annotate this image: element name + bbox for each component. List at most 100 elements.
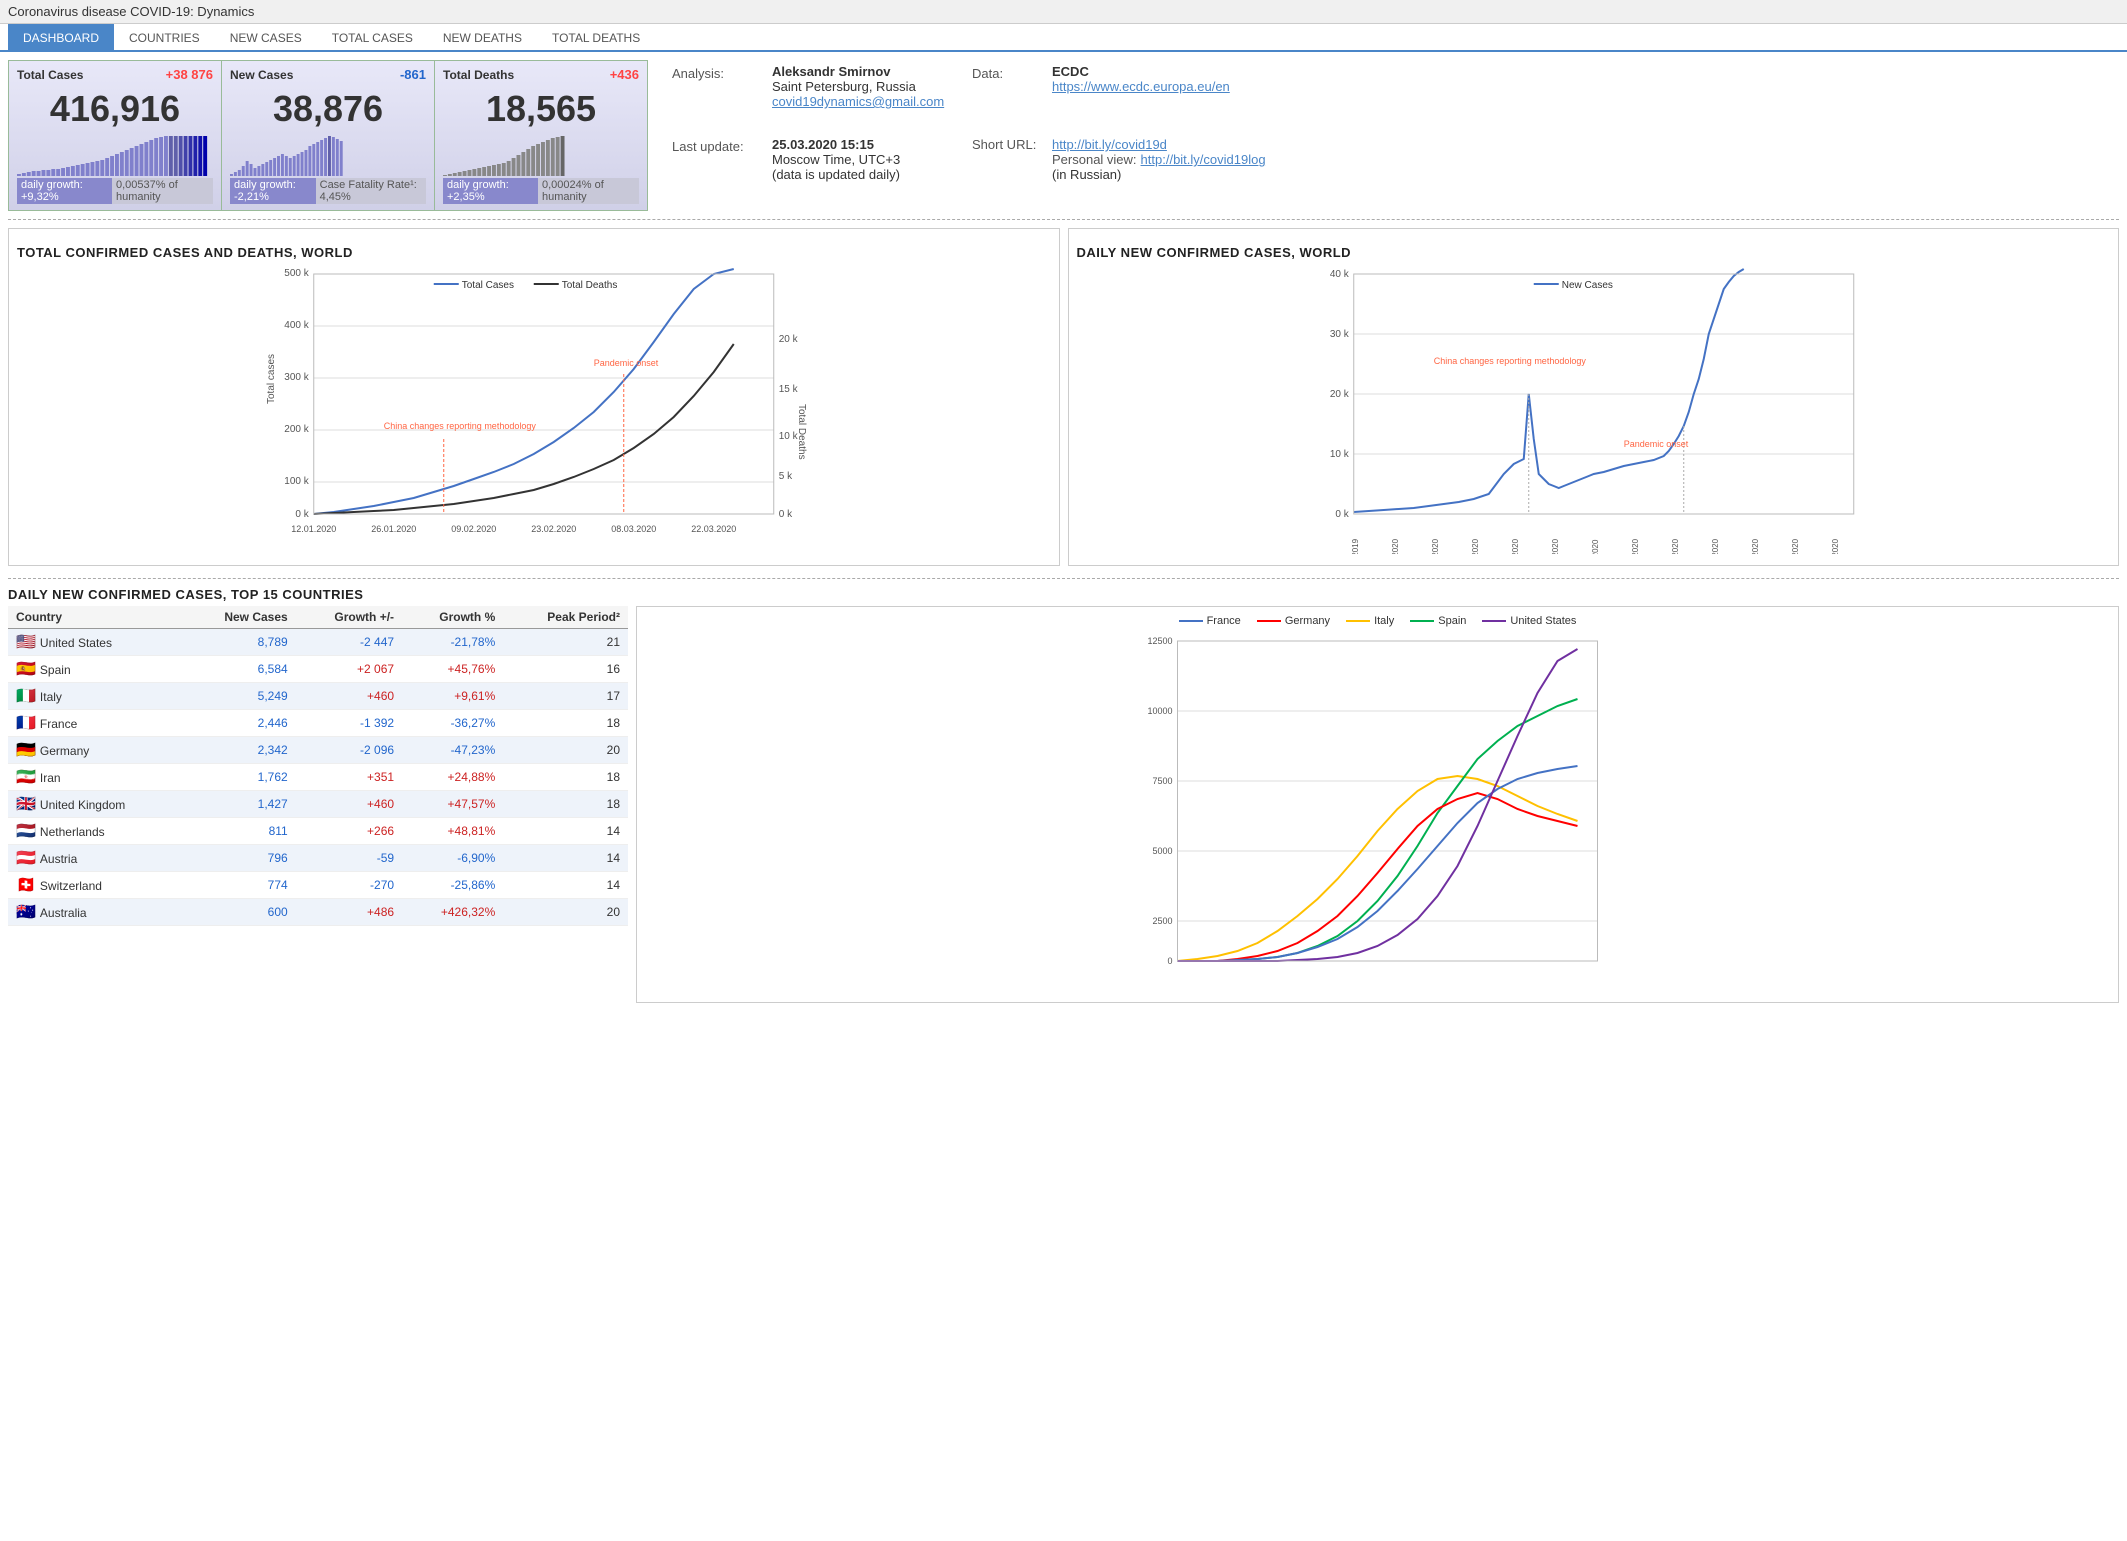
peak-cell: 18 xyxy=(503,710,628,737)
svg-text:China changes reporting method: China changes reporting methodology xyxy=(384,421,537,431)
tab-new-deaths[interactable]: NEW DEATHS xyxy=(428,24,537,52)
growth-abs-cell: -2 096 xyxy=(296,737,402,764)
new-cases-delta: -861 xyxy=(400,67,426,82)
col-new-cases: New Cases xyxy=(184,606,296,629)
col-peak: Peak Period² xyxy=(503,606,628,629)
table-row: 🇩🇪Germany 2,342 -2 096 -47,23% 20 xyxy=(8,737,628,764)
new-cases-footer: daily growth: -2,21% Case Fatality Rate¹… xyxy=(230,178,426,204)
peak-cell: 14 xyxy=(503,818,628,845)
new-cases-cell: 600 xyxy=(184,899,296,926)
col-country: Country xyxy=(8,606,184,629)
svg-text:5 k: 5 k xyxy=(779,471,793,482)
peak-cell: 18 xyxy=(503,764,628,791)
svg-text:04.02.2020: 04.02.2020 xyxy=(1550,538,1559,554)
tab-total-cases[interactable]: TOTAL CASES xyxy=(317,24,428,52)
svg-text:7500: 7500 xyxy=(1152,776,1172,786)
new-cases-cell: 8,789 xyxy=(184,629,296,656)
total-cases-deaths-chart: TOTAL CONFIRMED CASES AND DEATHS, WORLD … xyxy=(8,228,1060,566)
section3-title: DAILY NEW CONFIRMED CASES, TOP 15 COUNTR… xyxy=(8,587,2119,602)
new-cases-cell: 796 xyxy=(184,845,296,872)
growth-abs-cell: +351 xyxy=(296,764,402,791)
svg-text:Total cases: Total cases xyxy=(266,354,277,404)
legend-italy: Italy xyxy=(1374,615,1394,627)
country-cell: 🇨🇭Switzerland xyxy=(8,872,184,899)
svg-text:10000: 10000 xyxy=(1147,706,1172,716)
countries-table: Country New Cases Growth +/- Growth % Pe… xyxy=(8,606,628,926)
svg-text:08.03.2020: 08.03.2020 xyxy=(611,524,656,534)
svg-text:500 k: 500 k xyxy=(284,268,309,279)
country-cell: 🇫🇷France xyxy=(8,710,184,737)
growth-abs-cell: -2 447 xyxy=(296,629,402,656)
growth-pct-cell: +47,57% xyxy=(402,791,503,818)
tab-new-cases[interactable]: NEW CASES xyxy=(215,24,317,52)
growth-pct-cell: -36,27% xyxy=(402,710,503,737)
stats-cards: Total Cases +38 876 416,916 xyxy=(8,60,648,211)
peak-cell: 17 xyxy=(503,683,628,710)
title-bar: Coronavirus disease COVID-19: Dynamics xyxy=(0,0,2127,24)
svg-text:18.02.2020: 18.02.2020 xyxy=(1630,538,1639,554)
svg-text:09.02.2020: 09.02.2020 xyxy=(451,524,496,534)
nav-tabs: DASHBOARD COUNTRIES NEW CASES TOTAL CASE… xyxy=(0,24,2127,52)
tab-total-deaths[interactable]: TOTAL DEATHS xyxy=(537,24,655,52)
country-lines-chart: France Germany Italy Spain United States… xyxy=(636,606,2119,1003)
personal-view[interactable]: http://bit.ly/covid19log xyxy=(1141,152,1266,167)
country-chart-svg: 0 2500 5000 7500 10000 12500 xyxy=(645,631,2110,991)
svg-text:0 k: 0 k xyxy=(295,509,309,520)
svg-text:14.01.2020: 14.01.2020 xyxy=(1430,538,1439,554)
last-update-label: Last update: xyxy=(672,137,772,154)
total-deaths-delta: +436 xyxy=(610,67,639,82)
table-row: 🇪🇸Spain 6,584 +2 067 +45,76% 16 xyxy=(8,656,628,683)
svg-text:100 k: 100 k xyxy=(284,476,309,487)
growth-pct-cell: +48,81% xyxy=(402,818,503,845)
growth-abs-cell: +486 xyxy=(296,899,402,926)
peak-cell: 14 xyxy=(503,845,628,872)
peak-cell: 18 xyxy=(503,791,628,818)
tab-dashboard[interactable]: DASHBOARD xyxy=(8,24,114,52)
svg-text:0 k: 0 k xyxy=(1335,509,1349,520)
country-cell: 🇳🇱Netherlands xyxy=(8,818,184,845)
short-url[interactable]: http://bit.ly/covid19d xyxy=(1052,137,1252,152)
personal-view-label: Personal view: xyxy=(1052,152,1137,167)
country-cell: 🇦🇺Australia xyxy=(8,899,184,926)
growth-pct-cell: -25,86% xyxy=(402,872,503,899)
col-growth-pct: Growth % xyxy=(402,606,503,629)
total-deaths-card: Total Deaths +436 18,565 xyxy=(435,60,648,211)
svg-text:40 k: 40 k xyxy=(1329,269,1349,280)
svg-text:10.03.2020: 10.03.2020 xyxy=(1750,538,1759,554)
new-cases-cell: 2,342 xyxy=(184,737,296,764)
chart-legend: France Germany Italy Spain United States xyxy=(645,615,2110,627)
country-cell: 🇮🇷Iran xyxy=(8,764,184,791)
svg-text:Pandemic onset: Pandemic onset xyxy=(594,358,659,368)
table-row: 🇮🇹Italy 5,249 +460 +9,61% 17 xyxy=(8,683,628,710)
tab-countries[interactable]: COUNTRIES xyxy=(114,24,215,52)
svg-text:12500: 12500 xyxy=(1147,636,1172,646)
legend-usa: United States xyxy=(1510,615,1576,627)
country-cell: 🇪🇸Spain xyxy=(8,656,184,683)
table-row: 🇦🇹Austria 796 -59 -6,90% 14 xyxy=(8,845,628,872)
author-name: Aleksandr Smirnov xyxy=(772,64,972,79)
svg-text:200 k: 200 k xyxy=(284,424,309,435)
svg-text:Total Deaths: Total Deaths xyxy=(796,404,807,460)
svg-text:28.01.2020: 28.01.2020 xyxy=(1510,538,1519,554)
country-cell: 🇩🇪Germany xyxy=(8,737,184,764)
col-growth-abs: Growth +/- xyxy=(296,606,402,629)
new-cases-cell: 2,446 xyxy=(184,710,296,737)
total-cases-chart xyxy=(17,136,213,176)
new-cases-cell: 1,762 xyxy=(184,764,296,791)
svg-text:10 k: 10 k xyxy=(779,431,799,442)
peak-cell: 20 xyxy=(503,737,628,764)
total-deaths-label: Total Deaths xyxy=(443,68,514,82)
growth-pct-cell: -21,78% xyxy=(402,629,503,656)
growth-pct-cell: +9,61% xyxy=(402,683,503,710)
last-update-tz: Moscow Time, UTC+3 xyxy=(772,152,972,167)
svg-text:22.03.2020: 22.03.2020 xyxy=(691,524,736,534)
data-link[interactable]: https://www.ecdc.europa.eu/en xyxy=(1052,79,1252,94)
svg-text:Total Deaths: Total Deaths xyxy=(562,280,618,291)
svg-text:26.01.2020: 26.01.2020 xyxy=(371,524,416,534)
growth-abs-cell: +460 xyxy=(296,791,402,818)
growth-abs-cell: -59 xyxy=(296,845,402,872)
personal-view-note: (in Russian) xyxy=(1052,167,1252,182)
table-row: 🇮🇷Iran 1,762 +351 +24,88% 18 xyxy=(8,764,628,791)
peak-cell: 16 xyxy=(503,656,628,683)
author-email[interactable]: covid19dynamics@gmail.com xyxy=(772,94,972,109)
